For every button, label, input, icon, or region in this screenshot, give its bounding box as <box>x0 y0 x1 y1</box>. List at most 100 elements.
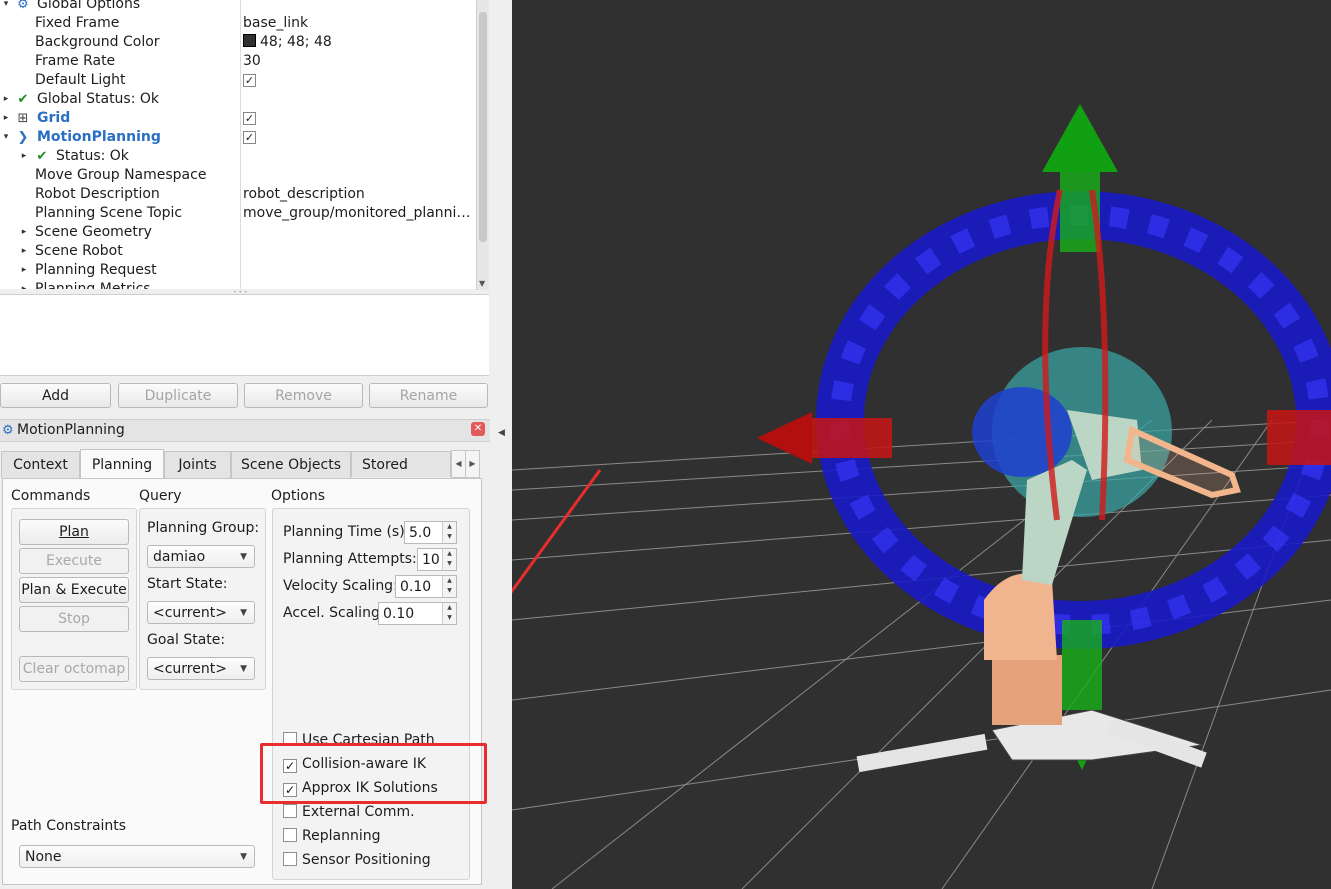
check-icon: ✔ <box>17 92 29 107</box>
spin-arrows-icon[interactable]: ▲ ▼ <box>442 576 456 597</box>
tree-row[interactable]: Default Light ✓ <box>0 71 476 90</box>
displays-property-tree[interactable]: ▾ ⚙ Global Options Fixed Frame base_link Back… <box>0 0 477 289</box>
tab-joints[interactable]: Joints <box>164 451 231 478</box>
tree-row[interactable]: Fixed Frame base_link <box>0 14 476 33</box>
path-constraints-select[interactable]: None ▼ <box>19 845 255 868</box>
spin-arrows-icon[interactable]: ▲ ▼ <box>442 522 456 543</box>
clear-octomap-button[interactable]: Clear octomap <box>19 656 129 682</box>
tree-row[interactable]: ▸ ⊞ Grid ✓ <box>0 109 476 128</box>
checkbox-icon[interactable] <box>283 804 297 818</box>
stop-button[interactable]: Stop <box>19 606 129 632</box>
tree-row-name: Fixed Frame <box>35 15 120 31</box>
tree-row[interactable]: Frame Rate 30 <box>0 52 476 71</box>
collapse-arrow-icon[interactable]: ▸ <box>1 109 11 128</box>
tree-row[interactable]: Background Color 48; 48; 48 <box>0 33 476 52</box>
chevron-down-icon: ▼ <box>240 608 247 618</box>
duplicate-button[interactable]: Duplicate <box>118 383 238 408</box>
tab-scroll-right-icon[interactable]: ▶ <box>465 450 480 478</box>
start-state-select[interactable]: <current> ▼ <box>147 601 255 624</box>
tree-row[interactable]: ▸ Scene Robot <box>0 242 476 261</box>
rename-button[interactable]: Rename <box>369 383 488 408</box>
splitter-handle[interactable]: • • • <box>233 289 253 296</box>
collapse-arrow-icon[interactable]: ▸ <box>19 147 29 166</box>
close-icon[interactable]: ✕ <box>471 422 485 436</box>
execute-button[interactable]: Execute <box>19 548 129 574</box>
tree-row[interactable]: Move Group Namespace <box>0 166 476 185</box>
collapse-arrow-icon[interactable]: ▸ <box>19 223 29 242</box>
accel-scaling-spinbox[interactable]: 0.10 ▲ ▼ <box>378 602 457 625</box>
tree-row-name: Frame Rate <box>35 53 116 69</box>
tree-row-name: Planning Scene Topic <box>35 205 183 221</box>
checkbox-icon[interactable] <box>283 852 297 866</box>
replanning-checkbox[interactable]: Replanning <box>283 826 380 846</box>
rviz-left-dock: ▾ ⚙ Global Options Fixed Frame base_link Back… <box>0 0 512 889</box>
collapse-arrow-icon[interactable]: ▸ <box>1 90 11 109</box>
checkbox-checked-icon[interactable]: ✓ <box>243 73 256 87</box>
tree-scrollbar[interactable]: ▼ <box>476 0 489 290</box>
tab-stored-scenes[interactable]: Stored Scene <box>351 451 451 477</box>
add-button[interactable]: Add <box>0 383 111 408</box>
tree-row-name: Global Options <box>37 0 141 12</box>
velocity-scaling-label: Velocity Scaling: <box>283 578 398 594</box>
planning-attempts-spinbox[interactable]: 10 ▲ ▼ <box>417 548 457 571</box>
tree-row-name: Default Light <box>35 72 126 88</box>
collapse-arrow-icon[interactable]: ◀ <box>498 428 505 438</box>
tree-row-name: Grid <box>37 110 71 126</box>
sensor-positioning-checkbox[interactable]: Sensor Positioning <box>283 850 431 870</box>
query-group-label: Query <box>139 488 182 504</box>
plan-and-execute-button[interactable]: Plan & Execute <box>19 577 129 603</box>
tree-row[interactable]: Planning Scene Topic move_group/monitored… <box>0 204 476 223</box>
tree-row[interactable]: ▸ ✔ Status: Ok <box>0 147 476 166</box>
start-state-label: Start State: <box>147 576 228 592</box>
external-comm-checkbox[interactable]: External Comm. <box>283 802 415 822</box>
tree-row[interactable]: Robot Description robot_description <box>0 185 476 204</box>
checkbox-checked-icon[interactable]: ✓ <box>243 111 256 125</box>
scroll-down-icon[interactable]: ▼ <box>479 279 485 288</box>
goal-state-select[interactable]: <current> ▼ <box>147 657 255 680</box>
collapse-arrow-icon[interactable]: ▸ <box>19 280 29 289</box>
goal-state-label: Goal State: <box>147 632 226 648</box>
planning-attempts-value: 10 <box>422 552 440 568</box>
tree-row[interactable]: ▸ ✔ Global Status: Ok <box>0 90 476 109</box>
checkbox-label: External Comm. <box>302 804 415 820</box>
tree-row-value[interactable]: ✓ <box>243 109 256 128</box>
path-constraints-value: None <box>25 849 62 865</box>
plan-button-label: Plan <box>59 524 89 540</box>
tab-context[interactable]: Context <box>1 451 80 478</box>
planning-time-value: 5.0 <box>409 525 432 541</box>
planning-attempts-label: Planning Attempts: <box>283 551 417 567</box>
tree-row[interactable]: ▸ Scene Geometry <box>0 223 476 242</box>
plan-button[interactable]: Plan <box>19 519 129 545</box>
spin-arrows-icon[interactable]: ▲ ▼ <box>442 603 456 624</box>
tree-row-value[interactable]: ✓ <box>243 128 256 147</box>
tree-row[interactable]: ▾ ⚙ Global Options <box>0 0 476 14</box>
checkbox-checked-icon[interactable]: ✓ <box>243 130 256 144</box>
motionplanning-icon: ❯ <box>17 130 29 145</box>
velocity-scaling-spinbox[interactable]: 0.10 ▲ ▼ <box>395 575 457 598</box>
expand-arrow-icon[interactable]: ▾ <box>1 128 11 147</box>
checkbox-icon[interactable] <box>283 828 297 842</box>
tree-row-name: Move Group Namespace <box>35 167 207 183</box>
spin-arrows-icon[interactable]: ▲ ▼ <box>442 549 456 570</box>
tree-scrollbar-thumb[interactable] <box>479 12 487 242</box>
tab-scene-objects[interactable]: Scene Objects <box>231 451 351 478</box>
tab-scroll-left-icon[interactable]: ◀ <box>451 450 466 478</box>
tree-row[interactable]: ▸ Planning Request <box>0 261 476 280</box>
options-group-label: Options <box>271 488 326 504</box>
expand-arrow-icon[interactable]: ▾ <box>1 0 11 14</box>
tree-row-value[interactable]: ✓ <box>243 71 256 90</box>
tree-row[interactable]: ▸ Planning Metrics <box>0 280 476 289</box>
planning-time-spinbox[interactable]: 5.0 ▲ ▼ <box>404 521 457 544</box>
tab-planning[interactable]: Planning <box>80 449 164 480</box>
motionplanning-panel-title-bar[interactable]: ⚙ MotionPlanning ✕ <box>0 419 490 442</box>
collapse-arrow-icon[interactable]: ▸ <box>19 242 29 261</box>
remove-button[interactable]: Remove <box>244 383 363 408</box>
tree-row-name: Background Color <box>35 34 160 50</box>
tree-row[interactable]: ▾ ❯ MotionPlanning ✓ <box>0 128 476 147</box>
rviz-3d-viewport[interactable] <box>512 0 1331 889</box>
chevron-down-icon: ▼ <box>240 552 247 562</box>
planning-group-select[interactable]: damiao ▼ <box>147 545 255 568</box>
panel-title: MotionPlanning <box>17 422 125 438</box>
color-swatch[interactable] <box>243 34 256 47</box>
collapse-arrow-icon[interactable]: ▸ <box>19 261 29 280</box>
